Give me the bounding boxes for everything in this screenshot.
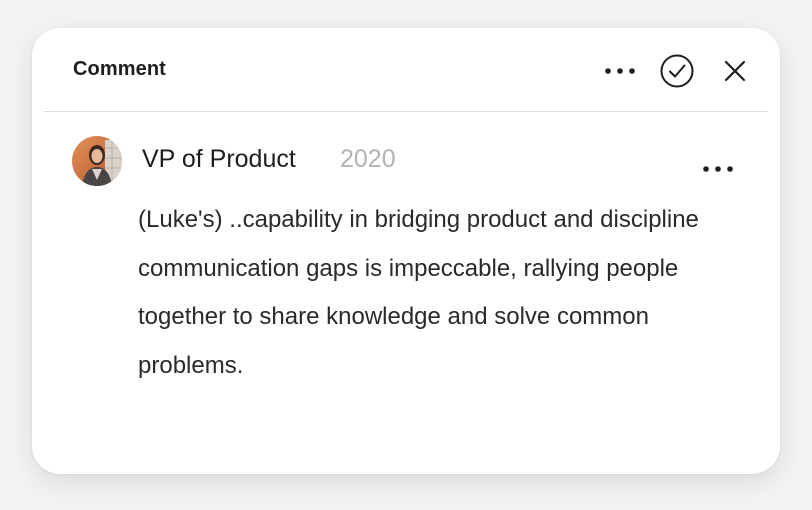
comment-text: (Luke's) ..capability in bridging produc… [138, 206, 699, 379]
comment-card: Comment VP of Product 2020 (Luke's) ..ca… [32, 28, 780, 474]
more-horizontal-icon [703, 166, 733, 172]
check-circle-icon [660, 54, 694, 88]
more-horizontal-icon [605, 68, 635, 74]
comment-more-button[interactable] [698, 152, 738, 186]
close-button[interactable] [718, 54, 752, 88]
user-photo-icon [72, 136, 122, 186]
comment-author: VP of Product [142, 145, 296, 173]
header-divider [44, 111, 768, 112]
resolve-button[interactable] [658, 52, 696, 90]
comment-date: 2020 [340, 145, 396, 173]
close-icon [724, 60, 746, 82]
panel-title: Comment [73, 58, 166, 80]
avatar[interactable] [72, 136, 122, 186]
comment-header: Comment [32, 28, 780, 112]
more-options-button[interactable] [600, 54, 640, 88]
